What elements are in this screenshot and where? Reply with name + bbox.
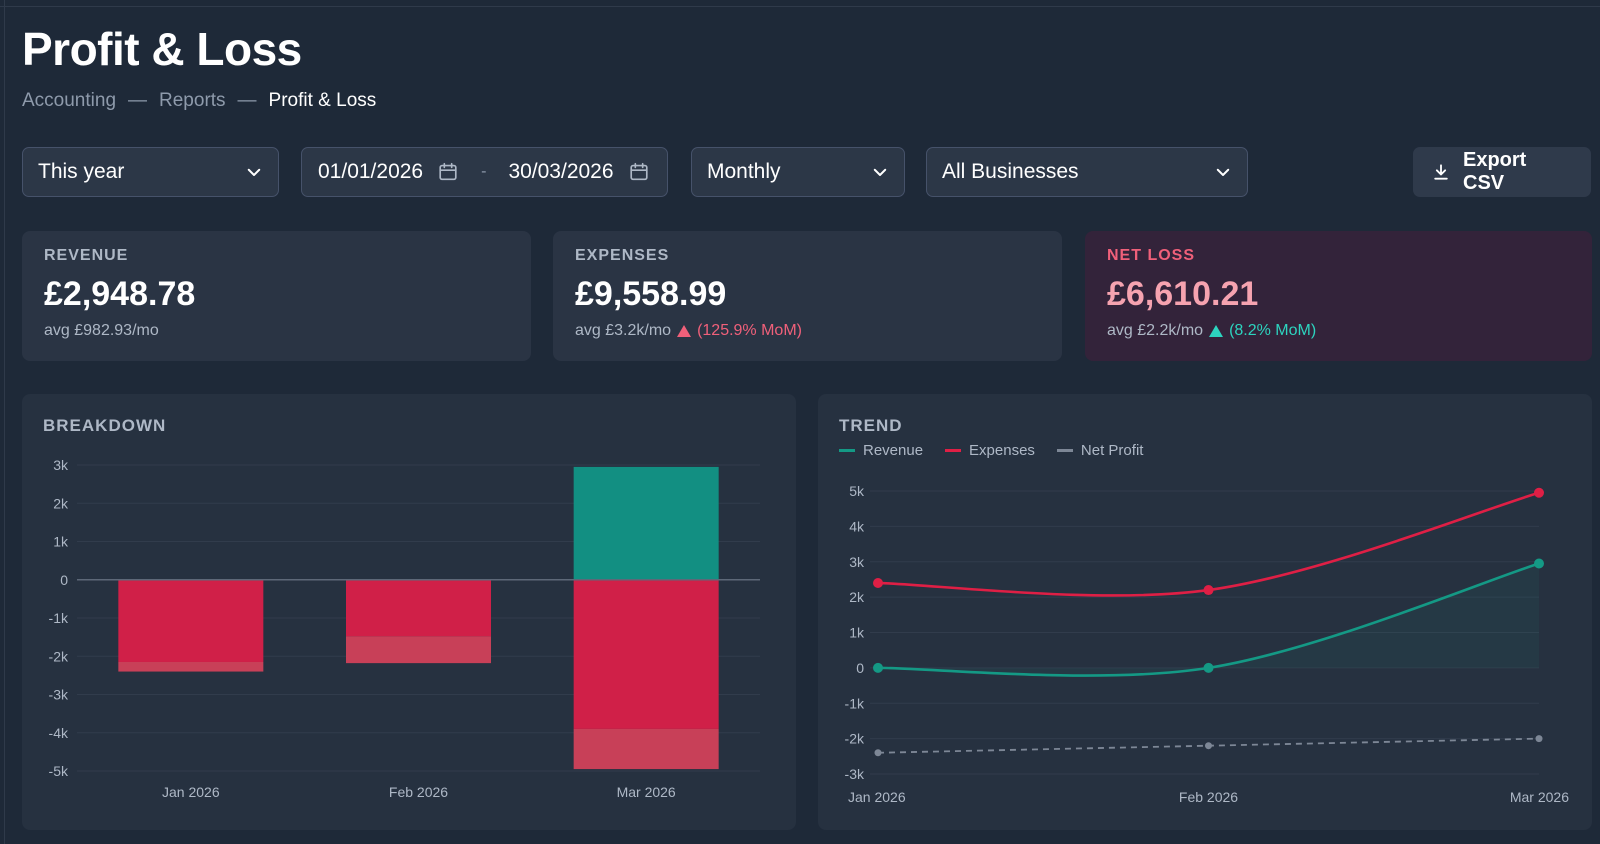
net-loss-value: £6,610.21 bbox=[1107, 275, 1259, 313]
chevron-down-icon bbox=[247, 168, 261, 176]
bar bbox=[346, 636, 491, 664]
y-tick-label: -5k bbox=[49, 763, 69, 779]
trend-chart: 5k 4k 3k 2k 1k 0 -1k -2k -3k Jan 2026 Feb 2026 Mar … bbox=[845, 483, 1570, 805]
expenses-average-text: avg £3.2k/mo bbox=[575, 322, 672, 339]
revenue-average-text: avg £982.93/mo bbox=[44, 322, 159, 339]
page-title: Profit & Loss bbox=[22, 23, 302, 75]
business-select[interactable]: All Businesses bbox=[926, 147, 1248, 197]
period-value: Monthly bbox=[707, 160, 781, 183]
data-point bbox=[1534, 558, 1544, 569]
chevron-down-icon bbox=[1216, 168, 1230, 176]
y-tick-label: 0 bbox=[60, 572, 68, 588]
x-tick-label: Mar 2026 bbox=[617, 784, 676, 800]
data-point bbox=[874, 749, 882, 757]
export-csv-button[interactable]: Export CSV bbox=[1413, 147, 1591, 197]
trend-up-icon bbox=[677, 325, 692, 337]
net-loss-change: (8.2% MoM) bbox=[1229, 322, 1317, 339]
revenue-value: £2,948.78 bbox=[44, 275, 196, 313]
x-tick-label: Jan 2026 bbox=[162, 784, 220, 800]
breakdown-panel: BREAKDOWN 3k 2k 1k 0 -1k -2k -3k -4k -5k Jan 2026… bbox=[22, 394, 796, 830]
breakdown-chart: 3k 2k 1k 0 -1k -2k -3k -4k -5k Jan 2026 Feb 2026 Ma… bbox=[49, 457, 760, 800]
data-point bbox=[1205, 742, 1212, 750]
y-tick-label: -1k bbox=[845, 695, 865, 711]
expenses-value: £9,558.99 bbox=[575, 275, 727, 313]
trend-up-icon bbox=[1209, 325, 1224, 337]
window-left-border bbox=[4, 0, 5, 844]
y-tick-label: 1k bbox=[849, 625, 865, 641]
y-tick-label: -2k bbox=[845, 731, 865, 747]
date-range-preset-value: This year bbox=[38, 160, 125, 183]
series-line bbox=[877, 491, 1540, 597]
data-point bbox=[1535, 735, 1543, 743]
net-loss-average-text: avg £2.2k/mo bbox=[1107, 322, 1204, 339]
revenue-area bbox=[878, 563, 1539, 676]
breadcrumb: Accounting — Reports — Profit & Loss bbox=[22, 90, 376, 112]
y-tick-label: 2k bbox=[53, 495, 69, 511]
y-tick-label: -2k bbox=[49, 648, 69, 664]
y-tick-label: 4k bbox=[849, 518, 865, 534]
trend-panel: TREND Revenue Expenses Net Profit 5k 4k 3k… bbox=[818, 394, 1592, 830]
y-tick-label: 0 bbox=[856, 660, 864, 676]
net-loss-label: NET LOSS bbox=[1107, 247, 1196, 264]
date-range-separator: - bbox=[481, 163, 487, 180]
x-tick-label: Mar 2026 bbox=[1510, 789, 1569, 805]
net-loss-card: NET LOSS £6,610.21 avg £2.2k/mo (8.2% Mo… bbox=[1085, 231, 1592, 361]
y-tick-label: 1k bbox=[53, 534, 69, 550]
bar bbox=[118, 661, 264, 672]
y-tick-label: -3k bbox=[845, 766, 865, 782]
x-tick-label: Feb 2026 bbox=[389, 784, 448, 800]
export-csv-label: Export CSV bbox=[1463, 149, 1527, 194]
revenue-average: avg £982.93/mo bbox=[44, 322, 509, 340]
date-range-preset-select[interactable]: This year bbox=[22, 147, 279, 197]
breadcrumb-accounting[interactable]: Accounting bbox=[22, 90, 116, 112]
business-value: All Businesses bbox=[942, 160, 1079, 183]
bar bbox=[118, 579, 264, 662]
download-icon bbox=[1434, 164, 1448, 180]
data-point bbox=[1203, 662, 1214, 673]
y-tick-label: 3k bbox=[53, 457, 69, 473]
calendar-icon[interactable] bbox=[437, 161, 459, 183]
y-tick-label: 3k bbox=[849, 554, 865, 570]
date-from-input[interactable]: 01/01/2026 bbox=[318, 160, 423, 184]
breadcrumb-current: Profit & Loss bbox=[268, 90, 377, 111]
y-tick-label: 2k bbox=[849, 589, 865, 605]
bar bbox=[573, 728, 719, 770]
data-point bbox=[1534, 487, 1544, 498]
chevron-down-icon bbox=[873, 168, 887, 176]
data-point bbox=[873, 662, 883, 673]
breadcrumb-separator: — bbox=[128, 90, 148, 111]
revenue-card: REVENUE £2,948.78 avg £982.93/mo bbox=[22, 231, 531, 361]
bar bbox=[346, 579, 491, 637]
breadcrumb-separator: — bbox=[237, 90, 257, 111]
net-loss-average: avg £2.2k/mo (8.2% MoM) bbox=[1107, 322, 1570, 340]
period-select[interactable]: Monthly bbox=[691, 147, 905, 197]
y-tick-label: -3k bbox=[49, 687, 69, 703]
data-point bbox=[873, 577, 883, 588]
date-to-input[interactable]: 30/03/2026 bbox=[508, 160, 613, 184]
breadcrumb-reports[interactable]: Reports bbox=[159, 90, 226, 112]
data-point bbox=[1203, 585, 1214, 596]
expenses-change: (125.9% MoM) bbox=[697, 322, 802, 339]
bar bbox=[573, 466, 719, 580]
x-tick-label: Feb 2026 bbox=[1179, 789, 1238, 805]
date-range-picker[interactable]: 01/01/2026 - 30/03/2026 bbox=[301, 147, 668, 197]
expenses-label: EXPENSES bbox=[575, 247, 670, 264]
expenses-card: EXPENSES £9,558.99 avg £3.2k/mo (125.9% … bbox=[553, 231, 1062, 361]
y-tick-label: 5k bbox=[849, 483, 865, 499]
revenue-label: REVENUE bbox=[44, 247, 129, 264]
calendar-icon[interactable] bbox=[628, 161, 650, 183]
y-tick-label: -1k bbox=[49, 610, 69, 626]
y-tick-label: -4k bbox=[49, 725, 69, 741]
x-tick-label: Jan 2026 bbox=[848, 789, 906, 805]
bar bbox=[573, 579, 719, 729]
expenses-average: avg £3.2k/mo (125.9% MoM) bbox=[575, 322, 1040, 340]
window-top-border bbox=[0, 6, 1600, 7]
